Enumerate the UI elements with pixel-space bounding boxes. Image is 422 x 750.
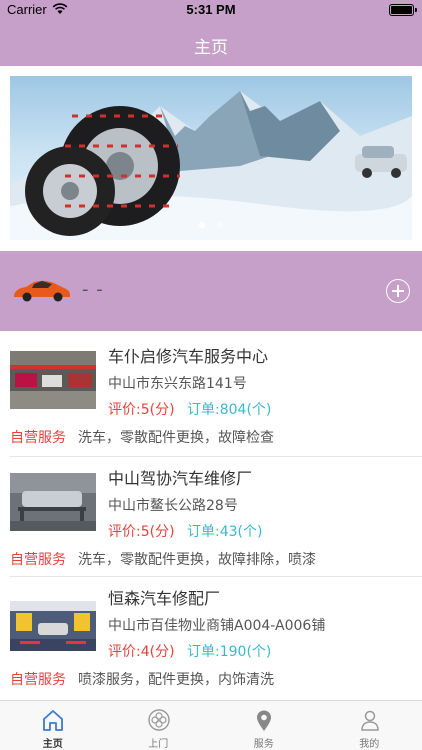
shop-thumbnail xyxy=(10,351,96,409)
car-avatar[interactable] xyxy=(12,277,72,303)
shop-address: 中山市鳌长公路28号 xyxy=(108,498,238,514)
shop-rating: 评价:5(分) xyxy=(108,524,175,540)
carousel-dot[interactable] xyxy=(199,222,206,228)
shop-name: 中山驾协汽车维修厂 xyxy=(108,469,253,488)
shop-services: 洗车，零散配件更换，故障检查 xyxy=(78,430,274,446)
user-name: - - xyxy=(82,279,104,300)
add-car-icon[interactable] xyxy=(386,279,410,303)
shop-orders: 订单:43(个) xyxy=(187,524,263,540)
tab-label: 我的 xyxy=(359,739,380,750)
shop-address: 中山市百佳物业商铺A004-A006铺 xyxy=(108,618,326,634)
tab-label: 服务 xyxy=(253,739,274,750)
shop-rating: 评价:5(分) xyxy=(108,402,175,418)
shop-services: 洗车，零散配件更换，故障排除，喷漆 xyxy=(78,552,316,568)
tab-services[interactable]: 服务 xyxy=(211,701,317,750)
shop-card[interactable]: 车仆启修汽车服务中心 中山市东兴东路141号 评价:5(分) 订单:804(个)… xyxy=(0,331,422,451)
home-icon xyxy=(43,710,63,731)
nav-bar: 主页 xyxy=(0,20,422,66)
shop-rating: 评价:4(分) xyxy=(108,644,175,660)
carousel-dot[interactable] xyxy=(216,222,223,228)
tab-bar: 主页 上门 服务 我的 xyxy=(0,700,422,750)
banner-carousel[interactable] xyxy=(10,76,412,240)
battery-icon xyxy=(389,4,417,16)
service-tag: 自营服务 xyxy=(10,552,66,568)
shop-orders: 订单:804(个) xyxy=(187,402,272,418)
shop-card[interactable]: 恒森汽车修配厂 中山市百佳物业商铺A004-A006铺 评价:4(分) 订单:1… xyxy=(0,573,422,693)
user-car-strip: - - xyxy=(0,251,422,331)
tab-mine[interactable]: 我的 xyxy=(317,701,422,750)
page-title: 主页 xyxy=(194,38,228,58)
shop-thumbnail xyxy=(10,601,96,659)
tab-home[interactable]: 主页 xyxy=(0,701,106,750)
clock: 5:31 PM xyxy=(186,2,236,17)
location-pin-icon xyxy=(257,710,271,731)
shop-services: 喷漆服务，配件更换，内饰清洗 xyxy=(78,672,274,688)
shop-thumbnail xyxy=(10,473,96,531)
shop-name: 恒森汽车修配厂 xyxy=(108,589,221,608)
service-tag: 自营服务 xyxy=(10,430,66,446)
shop-address: 中山市东兴东路141号 xyxy=(108,376,247,392)
tab-label: 主页 xyxy=(42,739,63,750)
shop-card[interactable]: 中山驾协汽车维修厂 中山市鳌长公路28号 评价:5(分) 订单:43(个) 自营… xyxy=(0,453,422,573)
shop-name: 车仆启修汽车服务中心 xyxy=(108,347,269,366)
service-tag: 自营服务 xyxy=(10,672,66,688)
flower-icon xyxy=(147,709,170,731)
tab-door-service[interactable]: 上门 xyxy=(106,701,212,750)
status-bar: Carrier 5:31 PM xyxy=(0,0,422,20)
carousel-dots xyxy=(10,213,412,232)
tab-label: 上门 xyxy=(148,739,169,750)
shop-orders: 订单:190(个) xyxy=(187,644,272,660)
person-icon xyxy=(360,710,379,731)
